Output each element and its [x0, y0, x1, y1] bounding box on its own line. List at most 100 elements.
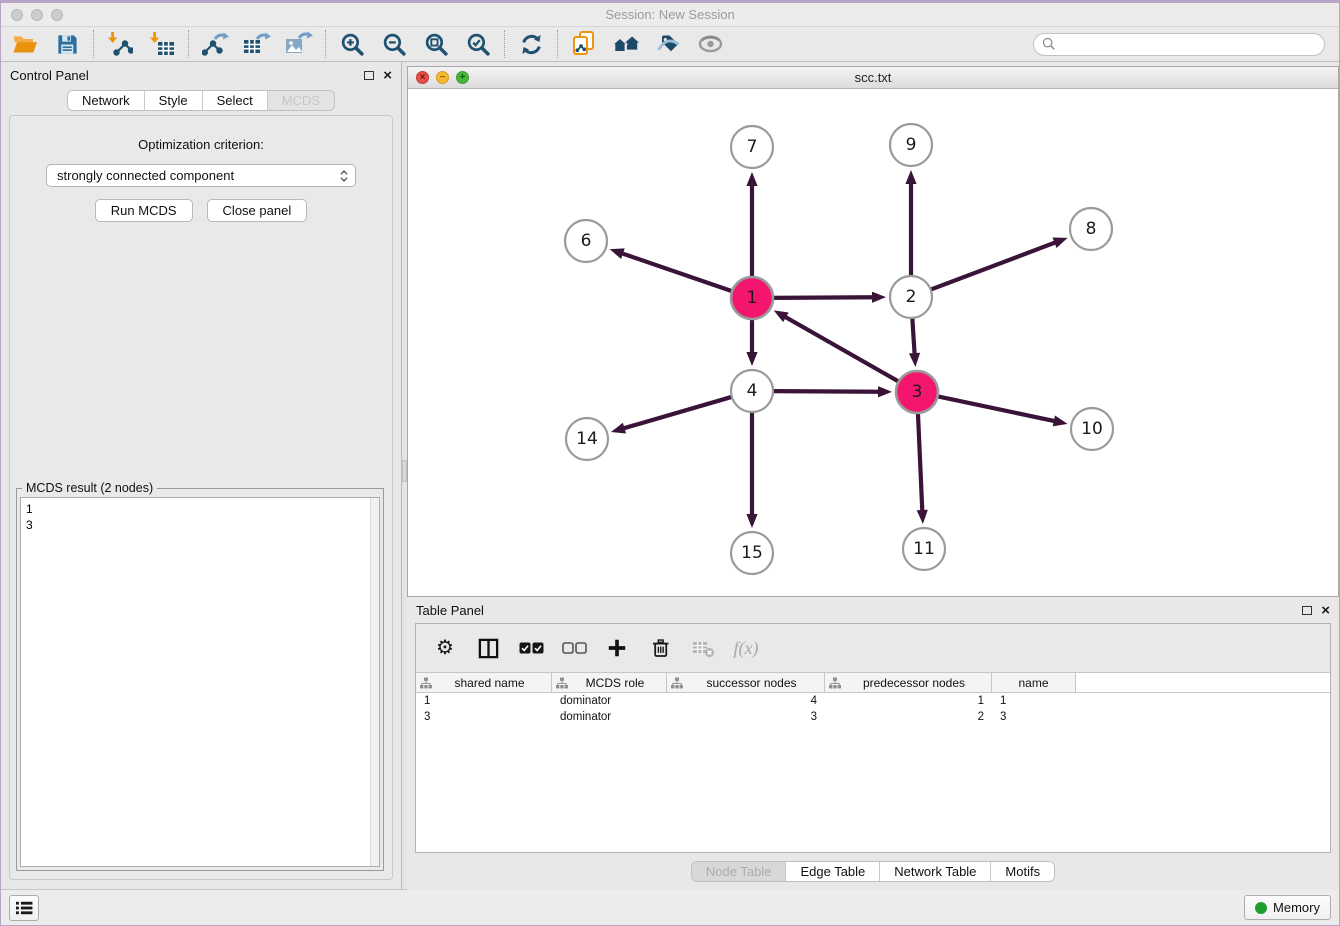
select-all-rows-icon[interactable] — [518, 635, 544, 661]
edge-arrowhead — [917, 510, 928, 524]
table-row[interactable]: 1dominator411 — [416, 693, 1330, 709]
shared-column-icon — [420, 677, 432, 689]
graph-node-label: 15 — [741, 543, 763, 563]
panel-divider[interactable] — [401, 62, 407, 889]
divider-handle[interactable] — [402, 460, 407, 482]
shared-column-icon — [556, 677, 568, 689]
open-session-icon[interactable] — [11, 30, 39, 58]
close-panel-icon[interactable]: × — [1321, 603, 1330, 618]
graph-edge-3-1[interactable] — [783, 316, 900, 383]
column-label: MCDS role — [568, 676, 662, 690]
export-image-icon[interactable] — [285, 30, 313, 58]
toolbar-separator — [188, 30, 189, 58]
float-panel-icon[interactable] — [1302, 606, 1312, 615]
criterion-dropdown[interactable]: strongly connected component — [46, 164, 356, 187]
table-cell[interactable]: 2 — [825, 709, 992, 725]
graph-edge-1-2[interactable] — [771, 297, 875, 298]
graph-edge-1-6[interactable] — [620, 253, 734, 292]
export-table-icon[interactable] — [243, 30, 271, 58]
tab-edge-table[interactable]: Edge Table — [785, 862, 879, 881]
column-header-successor-nodes[interactable]: successor nodes — [667, 673, 825, 692]
control-panel: Control Panel × Network Style Select MCD… — [1, 62, 401, 889]
close-panel-icon[interactable]: × — [383, 68, 392, 83]
hide-graphics-details-icon[interactable] — [654, 30, 682, 58]
zoom-fit-icon[interactable] — [422, 30, 450, 58]
edge-arrowhead — [878, 386, 892, 397]
column-label: shared name — [432, 676, 547, 690]
result-scrollbar[interactable] — [370, 498, 379, 866]
toolbar-separator — [325, 30, 326, 58]
memory-button[interactable]: Memory — [1244, 895, 1331, 920]
network-graph[interactable]: 7968124314101511 — [408, 89, 1338, 596]
column-header-shared-name[interactable]: shared name — [416, 673, 552, 692]
duplicate-network-icon[interactable] — [570, 30, 598, 58]
tab-style[interactable]: Style — [144, 91, 202, 110]
graph-node-label: 14 — [576, 429, 598, 449]
tab-node-table[interactable]: Node Table — [692, 862, 786, 881]
task-history-button[interactable] — [9, 895, 39, 921]
zoom-out-icon[interactable] — [380, 30, 408, 58]
graph-edge-3-10[interactable] — [936, 396, 1057, 422]
column-header-name[interactable]: name — [992, 673, 1076, 692]
float-panel-icon[interactable] — [364, 71, 374, 80]
network-view-window: × − + scc.txt 7968124314101511 — [407, 66, 1339, 597]
graph-edge-4-3[interactable] — [771, 391, 881, 392]
run-mcds-button[interactable]: Run MCDS — [95, 199, 193, 222]
table-cell[interactable]: 4 — [667, 693, 825, 709]
table-cell[interactable]: 1 — [992, 693, 1076, 709]
table-cell[interactable]: 3 — [416, 709, 552, 725]
delete-column-icon[interactable] — [647, 635, 673, 661]
tab-select[interactable]: Select — [202, 91, 267, 110]
graph-edge-2-3[interactable] — [912, 316, 915, 356]
header-filler — [1076, 673, 1330, 692]
export-network-icon[interactable] — [201, 30, 229, 58]
apply-layout-icon[interactable] — [517, 30, 545, 58]
control-panel-header: Control Panel × — [1, 62, 401, 88]
network-close-button[interactable]: × — [416, 71, 429, 84]
zoom-selected-icon[interactable] — [464, 30, 492, 58]
edge-arrowhead — [909, 353, 920, 367]
tab-motifs[interactable]: Motifs — [990, 862, 1054, 881]
close-panel-button[interactable]: Close panel — [207, 199, 308, 222]
tab-network-table[interactable]: Network Table — [879, 862, 990, 881]
table-cell[interactable]: dominator — [552, 709, 667, 725]
graph-edge-4-14[interactable] — [622, 396, 734, 429]
table-row[interactable]: 3dominator323 — [416, 709, 1330, 725]
memory-label: Memory — [1273, 900, 1320, 915]
table-cell[interactable]: 3 — [667, 709, 825, 725]
table-cell[interactable]: 1 — [416, 693, 552, 709]
tab-mcds[interactable]: MCDS — [267, 91, 334, 110]
zoom-in-icon[interactable] — [338, 30, 366, 58]
graph-node-label: 2 — [906, 287, 917, 307]
task-list-icon — [15, 900, 33, 916]
edge-arrowhead — [610, 248, 625, 259]
table-cell[interactable]: 3 — [992, 709, 1076, 725]
column-header-predecessor-nodes[interactable]: predecessor nodes — [825, 673, 992, 692]
network-minimize-button[interactable]: − — [436, 71, 449, 84]
add-column-icon[interactable] — [604, 635, 630, 661]
import-table-icon[interactable] — [148, 30, 176, 58]
import-network-icon[interactable] — [106, 30, 134, 58]
column-header-MCDS-role[interactable]: MCDS role — [552, 673, 667, 692]
search-field[interactable] — [1033, 33, 1325, 56]
dropdown-stepper-icon — [339, 169, 349, 183]
table-options-icon[interactable]: ⚙ — [432, 635, 458, 661]
tab-network[interactable]: Network — [68, 91, 144, 110]
table-cell[interactable]: dominator — [552, 693, 667, 709]
first-neighbors-icon[interactable] — [612, 30, 640, 58]
delete-table-icon — [690, 635, 716, 661]
shared-column-icon — [829, 677, 841, 689]
mcds-result-text[interactable]: 1 3 — [20, 497, 380, 867]
show-hide-graphics-icon[interactable] — [696, 30, 724, 58]
save-session-icon[interactable] — [53, 30, 81, 58]
search-icon — [1042, 37, 1056, 51]
search-input[interactable] — [1056, 37, 1316, 51]
unselect-all-rows-icon[interactable] — [561, 635, 587, 661]
criterion-value: strongly connected component — [57, 168, 234, 183]
show-columns-icon[interactable] — [475, 635, 501, 661]
table-cell[interactable]: 1 — [825, 693, 992, 709]
graph-edge-2-8[interactable] — [929, 242, 1058, 291]
edge-arrowhead — [611, 423, 626, 434]
network-maximize-button[interactable]: + — [456, 71, 469, 84]
graph-edge-3-11[interactable] — [918, 411, 923, 513]
